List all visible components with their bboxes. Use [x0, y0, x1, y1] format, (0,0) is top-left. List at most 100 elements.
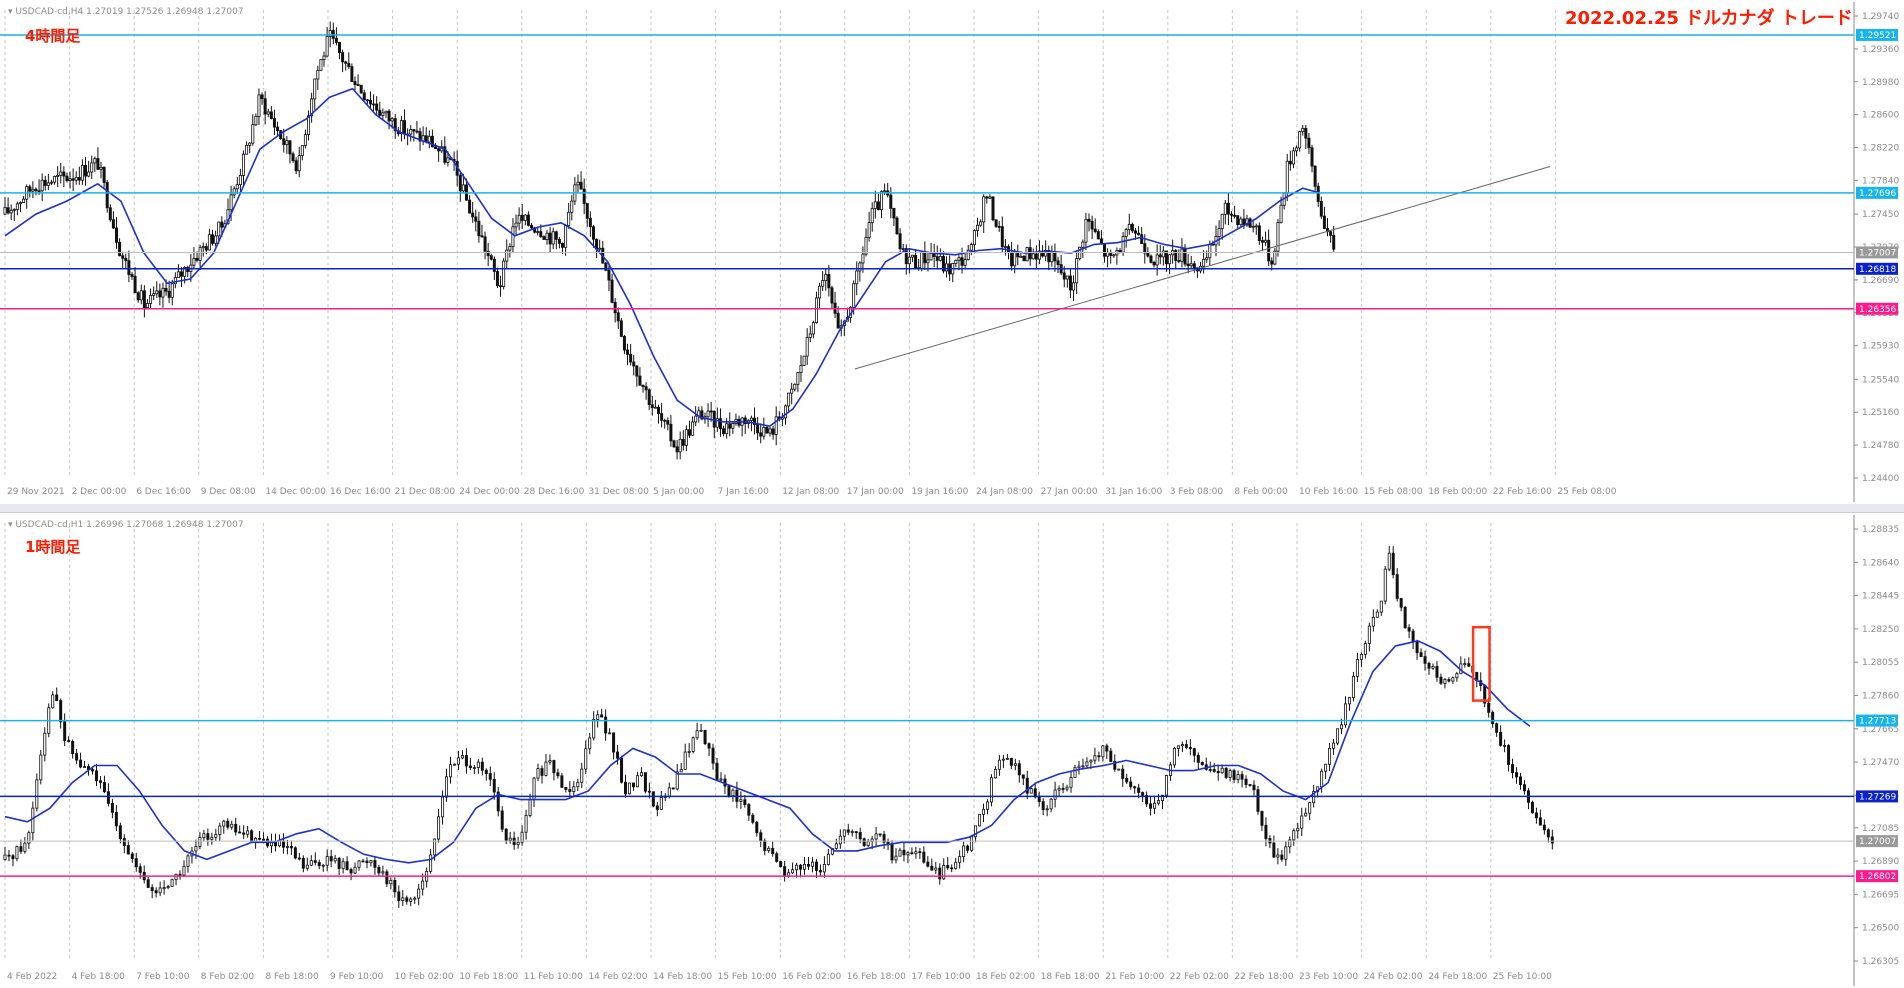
candle-body	[731, 423, 735, 429]
candle-body	[683, 751, 687, 770]
x-tick-label: 4 Feb 18:00	[72, 972, 126, 982]
candle-body	[526, 214, 530, 226]
candle-body	[166, 886, 170, 888]
h1-chart-panel[interactable]: 4 Feb 2022 4 Feb 18:00 7 Feb 10:00 8 Feb 02…	[0, 512, 1904, 988]
x-tick-label: 31 Dec 08:00	[588, 487, 649, 497]
candle-body	[632, 361, 636, 367]
candle-body	[548, 232, 552, 245]
candle-body	[1316, 185, 1320, 202]
candle-body	[1081, 241, 1085, 248]
candle-body	[1061, 788, 1065, 790]
candle-body	[211, 234, 215, 244]
candle-body	[229, 194, 233, 211]
y-tick-label: 1.27470	[1862, 758, 1899, 768]
candle-body	[502, 260, 506, 287]
candle-body	[743, 799, 747, 806]
candle-body	[495, 271, 499, 287]
candle-body	[31, 188, 35, 192]
x-tick-label: 24 Feb 18:00	[1428, 972, 1487, 982]
candle-body	[945, 263, 949, 272]
candle-body	[669, 423, 673, 442]
candle-body	[1340, 724, 1344, 730]
candle-body	[972, 230, 976, 246]
candle-body	[441, 796, 445, 818]
candle-body	[1001, 758, 1005, 761]
candle-body	[1232, 770, 1236, 780]
y-tick-label: 1.28980	[1862, 78, 1899, 88]
candle-body	[300, 145, 304, 157]
candle-body	[257, 94, 261, 117]
candle-body	[638, 375, 642, 386]
candle-body	[15, 846, 19, 860]
x-tick-label: 16 Dec 16:00	[330, 487, 391, 497]
panel-splitter[interactable]	[0, 504, 1904, 512]
candle-body	[1097, 755, 1101, 758]
timeframe-label: 4時間足	[25, 27, 81, 45]
candle-body	[1121, 236, 1125, 253]
candle-body	[309, 860, 313, 866]
candle-body	[898, 849, 902, 857]
y-tick-label: 1.28055	[1862, 658, 1899, 668]
candle-body	[679, 769, 683, 773]
candle-body	[1013, 251, 1017, 267]
candle-body	[1208, 769, 1212, 771]
candle-body	[1157, 800, 1161, 804]
candle-body	[954, 259, 958, 264]
candle-body	[1186, 263, 1190, 267]
x-tick-label: 24 Jan 08:00	[976, 487, 1033, 497]
candle-body	[1522, 784, 1526, 792]
candle-body	[557, 238, 561, 244]
candle-body	[989, 777, 993, 803]
candle-body	[639, 772, 643, 777]
candle-body	[1359, 654, 1363, 660]
candle-body	[572, 786, 576, 792]
candle-body	[373, 860, 377, 868]
candle-body	[1435, 666, 1439, 678]
candle-body	[876, 201, 880, 211]
candle-body	[997, 759, 1001, 770]
candle-body	[293, 847, 297, 859]
candle-body	[585, 203, 589, 219]
candle-body	[254, 116, 258, 126]
candle-body	[791, 869, 795, 874]
candle-body	[142, 290, 146, 309]
candle-body	[11, 855, 15, 860]
candle-body	[1081, 765, 1085, 768]
candle-body	[127, 260, 131, 275]
candle-body	[934, 867, 938, 871]
candle-body	[556, 772, 560, 777]
candle-body	[508, 837, 512, 841]
candle-body	[739, 799, 743, 802]
candle-body	[1467, 663, 1471, 667]
candle-body	[1391, 552, 1395, 576]
h4-chart-panel[interactable]: 29 Nov 2021 2 Dec 00:00 6 Dec 16:00 9 Dec 0…	[0, 0, 1904, 505]
candle-body	[1084, 218, 1088, 243]
candle-body	[783, 866, 787, 877]
candle-body	[214, 235, 218, 244]
h4-chart[interactable]: 29 Nov 2021 2 Dec 00:00 6 Dec 16:00 9 Dec 0…	[0, 0, 1904, 504]
x-tick-label: 15 Feb 08:00	[1364, 487, 1423, 497]
candle-body	[1320, 770, 1324, 788]
candle-body	[818, 285, 822, 299]
candle-body	[277, 840, 281, 847]
candle-body	[1089, 759, 1093, 763]
candle-body	[960, 257, 964, 266]
y-tick-label: 1.26305	[1862, 957, 1899, 967]
candle-body	[641, 384, 645, 387]
candle-body	[570, 200, 574, 213]
candle-body	[1419, 652, 1423, 658]
x-tick-label: 5 Jan 00:00	[653, 487, 705, 497]
candle-body	[691, 737, 695, 752]
candle-body	[906, 852, 910, 856]
candle-body	[838, 835, 842, 845]
candle-body	[347, 62, 351, 68]
h1-chart[interactable]: 4 Feb 2022 4 Feb 18:00 7 Feb 10:00 8 Feb 02…	[0, 513, 1904, 988]
candle-body	[35, 779, 39, 809]
candle-body	[612, 732, 616, 753]
candle-body	[476, 761, 480, 768]
candle-body	[929, 253, 933, 261]
candle-body	[1037, 796, 1041, 803]
candle-body	[18, 202, 22, 205]
candle-body	[624, 781, 628, 795]
candle-body	[1013, 763, 1017, 766]
